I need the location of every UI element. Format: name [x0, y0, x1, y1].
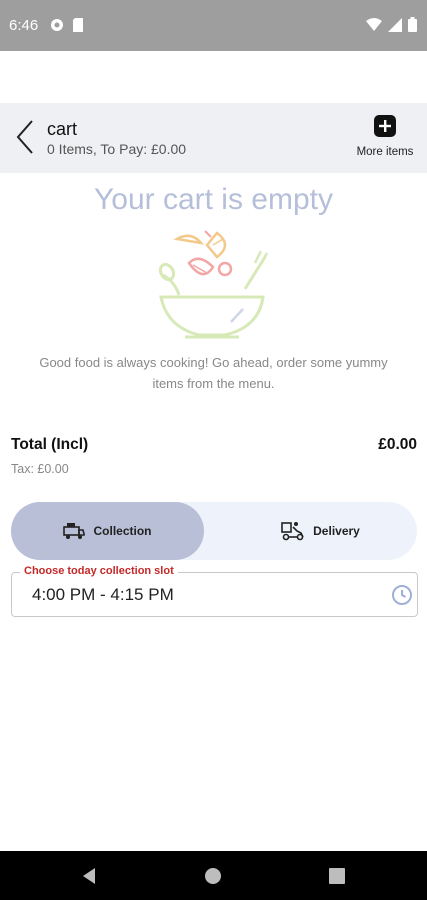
- tax-label: Tax: £0.00: [11, 462, 69, 476]
- cart-header: cart 0 Items, To Pay: £0.00 More items: [0, 103, 427, 173]
- data-saver-icon: [51, 19, 63, 31]
- signal-icon: [388, 17, 402, 32]
- empty-cart-title: Your cart is empty: [94, 183, 333, 216]
- cart-summary: 0 Items, To Pay: £0.00: [47, 141, 187, 157]
- more-items-button[interactable]: More items: [353, 115, 417, 163]
- collection-van-icon: [63, 523, 86, 539]
- home-nav-icon[interactable]: [202, 865, 224, 887]
- total-value: £0.00: [378, 436, 417, 453]
- collection-slot-field[interactable]: Choose today collection slot 4:00 PM - 4…: [11, 565, 418, 617]
- back-arrow-icon[interactable]: [12, 117, 40, 157]
- wifi-icon: [366, 17, 382, 31]
- empty-cart-description: Good food is always cooking! Go ahead, o…: [39, 355, 388, 391]
- salad-bowl-illustration: [158, 230, 269, 339]
- system-nav-bar: [0, 851, 427, 900]
- status-bar: 6:46: [0, 0, 427, 51]
- back-nav-icon[interactable]: [79, 865, 101, 887]
- collection-option[interactable]: Collection: [11, 502, 204, 560]
- slot-field-label: Choose today collection slot: [20, 565, 178, 577]
- delivery-scooter-icon: [281, 522, 304, 541]
- add-icon: [374, 115, 396, 137]
- more-items-label: More items: [356, 146, 414, 158]
- delivery-label: Delivery: [313, 524, 360, 538]
- fulfillment-toggle: Collection Delivery: [11, 502, 417, 560]
- status-time: 6:46: [9, 17, 39, 34]
- battery-icon: [408, 17, 417, 32]
- recents-nav-icon[interactable]: [326, 865, 348, 887]
- collection-label: Collection: [93, 524, 152, 538]
- delivery-option[interactable]: Delivery: [224, 502, 417, 560]
- clock-icon[interactable]: [391, 584, 413, 606]
- page-title: cart: [47, 119, 78, 139]
- slot-field-value: 4:00 PM - 4:15 PM: [32, 585, 174, 604]
- sd-card-icon: [73, 18, 83, 32]
- total-label: Total (Incl): [11, 436, 89, 453]
